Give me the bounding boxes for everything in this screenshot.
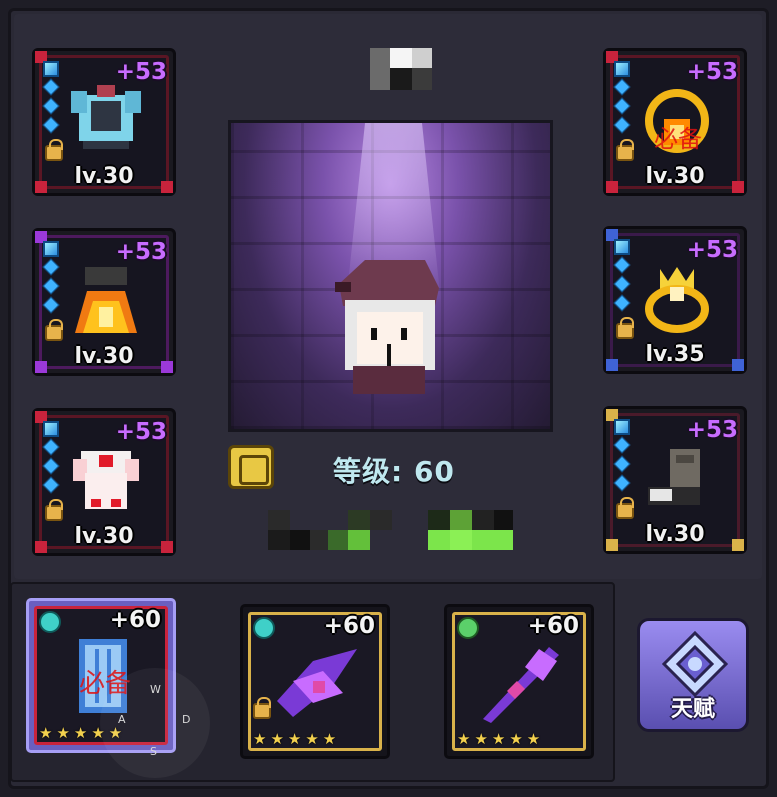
lock-icon: [616, 139, 634, 161]
key-s: S: [150, 745, 157, 758]
talent-emblem-icon: [662, 631, 728, 697]
hero-sprite: [335, 260, 439, 394]
lock-icon: [616, 317, 634, 339]
gem-sockets: [613, 61, 632, 138]
equip-slot-white-armor[interactable]: +53 lv.30: [32, 408, 176, 556]
lock-icon: [253, 697, 271, 719]
character-level: 等级: 60: [333, 455, 455, 488]
equip-slot-armor[interactable]: +53 lv.30: [32, 48, 176, 196]
talent-button[interactable]: 天赋: [637, 618, 749, 732]
gem-sockets: [613, 239, 632, 316]
gem-sockets: [42, 241, 61, 318]
weapon-gem-icon: [253, 617, 275, 639]
weapon-gem-icon: [457, 617, 479, 639]
weapon-enhance-level: +60: [109, 607, 161, 633]
item-level: lv.30: [645, 522, 705, 547]
violet-crossbow-icon: [277, 649, 357, 717]
lock-icon: [45, 319, 63, 341]
item-level: lv.30: [645, 164, 705, 189]
lock-icon: [45, 499, 63, 521]
equip-slot-boots[interactable]: +53 lv.30: [603, 406, 747, 554]
key-w: W: [150, 683, 161, 696]
item-level: lv.30: [74, 524, 134, 549]
item-level: lv.35: [645, 342, 705, 367]
censored-name-top: [370, 48, 432, 90]
gem-sockets: [42, 61, 61, 138]
must-have-stamp: 必备: [654, 125, 702, 153]
gem-sockets: [613, 419, 632, 496]
gem-sockets: [42, 421, 61, 498]
armor-icon: [71, 85, 141, 149]
white-armor-icon: [73, 451, 139, 509]
violet-spear-icon: [483, 647, 559, 723]
weapon-enhance-level: +60: [527, 613, 579, 639]
weapon-stars: ★★★★★: [253, 730, 341, 748]
item-level: lv.30: [74, 344, 134, 369]
character-portrait: [228, 120, 553, 432]
talent-button-label: 天赋: [670, 697, 715, 722]
item-level: lv.30: [74, 164, 134, 189]
crown-ring-icon: [645, 267, 709, 333]
equip-slot-crown-ring[interactable]: +53 lv.35: [603, 226, 747, 374]
equip-slot-gold-ring[interactable]: +53 必备 lv.30: [603, 48, 747, 196]
equip-slot-robe[interactable]: +53 lv.30: [32, 228, 176, 376]
weapon-gem-icon: [39, 611, 61, 633]
weapon-slot-3[interactable]: +60 ★★★★★: [444, 604, 594, 759]
weapon-slot-2[interactable]: +60 ★★★★★: [240, 604, 390, 759]
weapon-enhance-level: +60: [323, 613, 375, 639]
key-d: D: [182, 713, 191, 726]
lock-icon: [45, 139, 63, 161]
talent-tree-icon[interactable]: [228, 445, 274, 489]
weapon-stars: ★★★★★: [457, 730, 545, 748]
boots-icon: [648, 449, 700, 505]
censored-name: [268, 510, 513, 550]
flame-robe-icon: [75, 267, 137, 333]
key-a: A: [118, 713, 126, 726]
lock-icon: [616, 497, 634, 519]
